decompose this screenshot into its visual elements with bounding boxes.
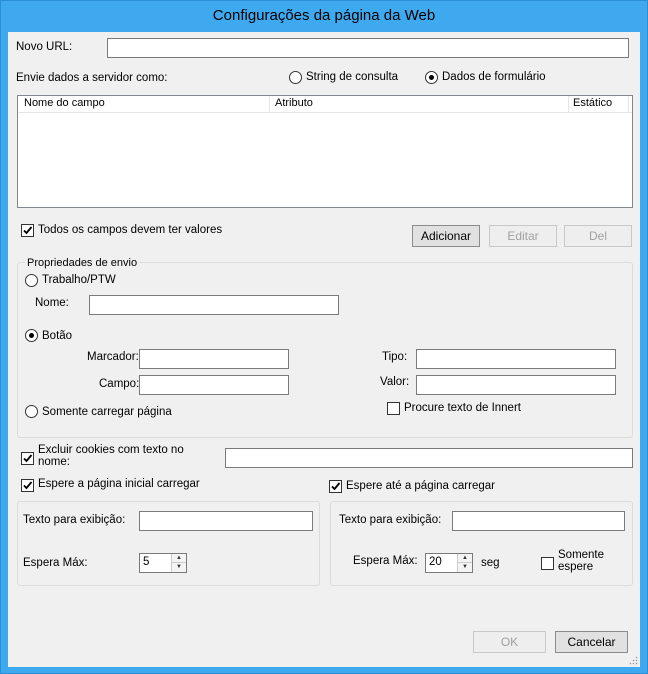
column-static[interactable]: Estático	[573, 97, 612, 109]
title-bar[interactable]: Configurações da página da Web	[1, 1, 647, 33]
type-label: Tipo:	[382, 351, 408, 363]
value-label: Valor:	[380, 376, 410, 388]
only-wait-checkbox[interactable]	[541, 557, 554, 570]
checkmark-icon	[23, 481, 33, 490]
exclude-cookies-label-line1: Excluir cookies com texto no	[38, 444, 184, 456]
wait-until-max-value: 20	[429, 556, 442, 568]
wait-until-max-label: Espera Máx:	[353, 555, 418, 567]
field-input[interactable]	[139, 375, 289, 395]
column-divider[interactable]	[568, 96, 569, 112]
dialog-body: Novo URL: Envie dados a servidor como: S…	[8, 32, 640, 667]
form-data-label: Dados de formulário	[442, 71, 546, 83]
spin-down-icon[interactable]: ▼	[172, 563, 186, 572]
load-page-only-label: Somente carregar página	[42, 406, 172, 418]
wait-initial-max-value: 5	[143, 556, 150, 568]
innertext-label: Procure texto de Innert	[404, 402, 521, 414]
query-string-label: String de consulta	[306, 71, 399, 83]
submit-properties-title: Propriedades de envio	[25, 257, 140, 269]
marker-input[interactable]	[139, 349, 289, 369]
button-radio[interactable]	[25, 329, 38, 342]
job-ptw-radio[interactable]	[25, 274, 38, 287]
wait-initial-page-checkbox[interactable]	[21, 479, 34, 492]
add-button[interactable]: Adicionar	[412, 225, 480, 247]
type-input[interactable]	[416, 349, 616, 369]
checkmark-icon	[23, 454, 33, 463]
fields-table[interactable]: Nome do campo Atributo Estático	[17, 95, 633, 208]
wait-initial-max-label: Espera Máx:	[23, 557, 88, 569]
url-input[interactable]	[107, 38, 629, 58]
form-data-radio[interactable]	[425, 71, 438, 84]
exclude-cookies-input[interactable]	[225, 448, 633, 468]
wait-initial-display-label: Texto para exibição:	[23, 514, 126, 526]
column-divider	[628, 96, 629, 112]
value-input[interactable]	[416, 375, 616, 395]
spin-up-icon[interactable]: ▲	[172, 554, 186, 563]
all-fields-required-label: Todos os campos devem ter valores	[38, 224, 223, 236]
exclude-cookies-label-line2: nome:	[38, 456, 70, 468]
checkmark-icon	[23, 226, 33, 235]
edit-button[interactable]: Editar	[489, 225, 557, 247]
column-field-name[interactable]: Nome do campo	[24, 97, 105, 109]
wait-until-max-spinner[interactable]: 20 ▲ ▼	[425, 553, 473, 573]
url-label: Novo URL:	[16, 41, 73, 53]
spinner-buttons: ▲ ▼	[171, 554, 186, 572]
load-page-only-radio[interactable]	[25, 405, 38, 418]
wait-initial-page-label: Espere a página inicial carregar	[38, 478, 200, 490]
wait-initial-max-spinner[interactable]: 5 ▲ ▼	[139, 553, 187, 573]
window-title: Configurações da página da Web	[212, 7, 436, 24]
query-string-radio[interactable]	[289, 71, 302, 84]
cancel-button[interactable]: Cancelar	[555, 631, 628, 653]
wait-until-display-label: Texto para exibição:	[339, 514, 442, 526]
column-attribute[interactable]: Atributo	[275, 97, 313, 109]
spinner-buttons: ▲ ▼	[457, 554, 472, 572]
delete-button[interactable]: Del	[564, 225, 632, 247]
wait-until-page-label: Espere até a página carregar	[346, 480, 495, 492]
innertext-checkbox[interactable]	[387, 402, 400, 415]
job-ptw-label: Trabalho/PTW	[42, 274, 116, 286]
column-divider[interactable]	[269, 96, 270, 112]
marker-label: Marcador:	[87, 351, 139, 363]
only-wait-label-line2: espere	[558, 561, 594, 573]
fields-table-header: Nome do campo Atributo Estático	[18, 96, 632, 113]
only-wait-label-line1: Somente	[558, 549, 605, 561]
all-fields-required-checkbox[interactable]	[21, 224, 34, 237]
seconds-unit-label: seg	[481, 557, 500, 569]
dialog-window: Configurações da página da Web Novo URL:…	[0, 0, 648, 674]
field-label: Campo:	[99, 378, 140, 390]
resize-grip-icon[interactable]	[628, 655, 638, 665]
wait-until-page-checkbox[interactable]	[329, 480, 342, 493]
exclude-cookies-checkbox[interactable]	[21, 452, 34, 465]
name-label: Nome:	[35, 297, 69, 309]
name-input[interactable]	[89, 295, 339, 315]
checkmark-icon	[331, 482, 341, 491]
button-label: Botão	[42, 330, 73, 342]
wait-initial-display-input[interactable]	[139, 511, 313, 531]
ok-button[interactable]: OK	[473, 631, 546, 653]
wait-until-display-input[interactable]	[452, 511, 625, 531]
spin-down-icon[interactable]: ▼	[458, 563, 472, 572]
send-data-label: Envie dados a servidor como:	[16, 72, 168, 84]
spin-up-icon[interactable]: ▲	[458, 554, 472, 563]
